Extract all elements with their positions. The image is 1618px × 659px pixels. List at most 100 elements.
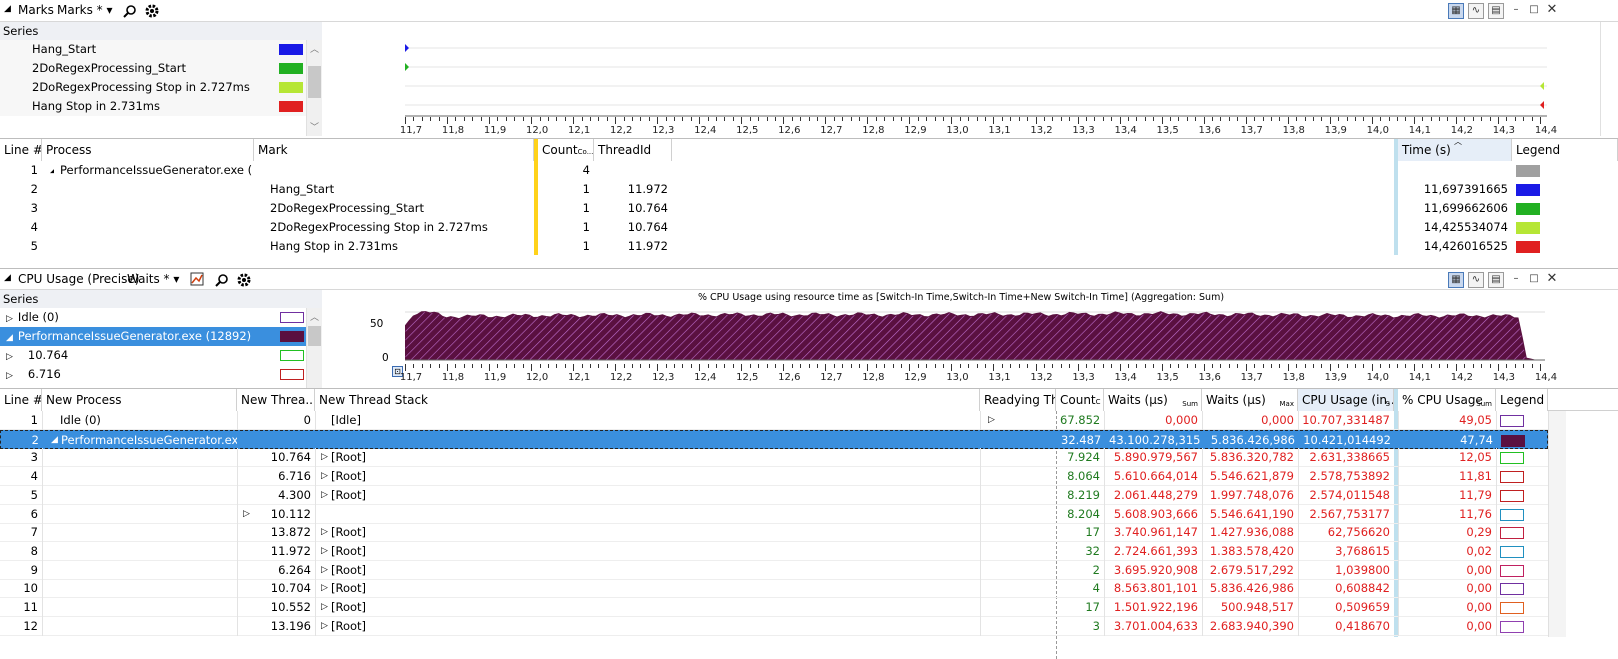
col-threadid[interactable]: ThreadId [594,139,672,161]
minimize-button[interactable]: – [1508,3,1524,19]
expand-icon[interactable]: ◢ [6,333,13,343]
series-color-swatch [280,369,304,380]
table-row[interactable]: 3 10.764 ▷ [Root] 7.924 5.890.979,567 5.836.32… [0,448,1548,468]
col-legend[interactable]: Legend [1496,389,1548,411]
col-count[interactable]: CountC [1056,389,1104,411]
scroll-up-icon[interactable]: ︿ [310,42,319,55]
table-row[interactable]: 1 Idle (0) 0 [Idle] ▷ 67.852 0,000 0,000 10.707,… [0,411,1548,430]
row-pct-cpu: 12,05 [1459,450,1492,465]
series-item[interactable]: Hang_Start [0,40,306,59]
table-row[interactable]: 3 2DoRegexProcessing_Start 1 10.764 11,69966… [0,199,1618,218]
series-item[interactable]: 2DoRegexProcessing Stop in 2.727ms [0,78,306,97]
col-waits-sum[interactable]: Waits (µs) Sum [1104,389,1202,411]
table-row[interactable]: 12 13.196 ▷ [Root] 3 3.701.004,633 2.683.940,3… [0,616,1548,636]
series-item[interactable]: ▷ 6.716 [0,365,306,384]
collapse-icon[interactable]: ◢ [4,273,11,283]
table-row[interactable]: 9 6.264 ▷ [Root] 2 3.695.920,908 2.679.517,292… [0,560,1548,580]
table-row[interactable]: 1 ◢ PerformanceIssueGenerator.exe (12... 4 [0,161,1618,180]
axis-tick [522,117,524,121]
axis-tick-label: 13,3 [1072,372,1095,383]
table-row[interactable]: 11 10.552 ▷ [Root] 17 1.501.922,196 500.948,51… [0,598,1548,617]
col-line[interactable]: Line # [0,139,42,161]
table-row[interactable]: 5 4.300 ▷ [Root] 8.219 2.061.448,279 1.997.748… [0,485,1548,505]
table-row[interactable]: 10 10.704 ▷ [Root] 4 8.563.801,101 5.836.426,9… [0,579,1548,599]
expand-icon[interactable]: ▷ [6,371,13,381]
axis-tick [1153,364,1155,368]
cpu-area-chart[interactable] [405,306,1545,366]
row-pct-cpu: 11,81 [1459,469,1492,484]
table-row[interactable]: 6 ▷ 10.112 8.204 5.608.903,666 5.546.641,190 2… [0,504,1548,524]
minimize-button[interactable]: – [1508,272,1524,288]
axis-tick [850,364,852,368]
row-cpu-usage: 2.574,011548 [1309,487,1390,502]
series-scrollbar[interactable]: ︿ ﹀ [306,40,322,136]
cpu-table-header: Line # New Process New Threa... New Thre… [0,389,1618,411]
marks-time-axis: 11,7 11,8 11,9 12,0 12,1 12,2 12,3 12,4 12,5 12,6… [400,117,1557,137]
series-scrollbar[interactable]: ︿ [306,308,322,388]
table-row[interactable]: 4 2DoRegexProcessing Stop in 2.727ms 1 10.7… [0,218,1618,237]
scroll-thumb[interactable] [308,66,321,98]
axis-tick [1506,117,1508,121]
graph-only-view-button[interactable]: ∿ [1468,272,1484,288]
close-button[interactable]: ✕ [1544,3,1560,19]
col-new-thread-stack[interactable]: New Thread Stack [315,389,980,411]
series-item[interactable]: ◢ PerformanceIssueGenerator.exe (12892) [0,327,306,346]
axis-tick-label: 13,9 [1324,125,1347,136]
expand-icon[interactable]: ▷ [6,352,13,362]
maximize-button[interactable]: □ [1526,272,1542,288]
col-mark[interactable]: Mark [254,139,534,161]
row-line: 4 [30,220,38,234]
graph-only-view-button[interactable]: ∿ [1468,3,1484,19]
row-new-thread [238,431,316,450]
col-legend[interactable]: Legend [1512,139,1618,161]
axis-tick [993,364,995,371]
graph-table-view-button[interactable]: ▦ [1448,272,1464,288]
table-row[interactable]: 2 Hang_Start 1 11.972 11,697391665 [0,180,1618,199]
axis-tick [1170,117,1172,121]
row-new-thread: 10.764 [270,450,311,465]
col-time[interactable]: Time (s) ︿ [1398,139,1512,161]
table-only-view-button[interactable]: ▤ [1488,272,1504,288]
row-cpu-usage: 0,608842 [1335,581,1390,596]
gear-icon[interactable] [144,3,160,19]
table-only-view-button[interactable]: ▤ [1488,3,1504,19]
table-row[interactable]: 7 13.872 ▷ [Root] 17 3.740.961,147 1.427.936,0… [0,523,1548,543]
scroll-up-icon[interactable]: ︿ [310,310,319,323]
col-new-thread[interactable]: New Threa... [237,389,315,411]
col-line[interactable]: Line # [0,389,42,411]
row-waits-max: 1.997.748,076 [1209,487,1294,502]
expand-icon[interactable]: ▷ [6,314,13,324]
marks-preset-dropdown[interactable]: Marks * ▾ [57,3,113,17]
table-row[interactable]: 8 11.972 ▷ [Root] 32 2.724.661,393 1.383.578,4… [0,541,1548,561]
expand-icon[interactable]: ◢ [46,161,54,180]
axis-tick [665,364,667,368]
search-icon[interactable] [215,273,229,287]
series-item[interactable]: Hang Stop in 2.731ms [0,97,306,116]
close-button[interactable]: ✕ [1544,272,1560,288]
col-cpu-usage[interactable]: CPU Usage (in... S [1298,389,1394,411]
gear-icon[interactable] [236,272,252,288]
cpu-preset-dropdown[interactable]: Waits * ▾ [127,272,179,286]
graph-table-view-button[interactable]: ▦ [1448,3,1464,19]
col-process[interactable]: Process [42,139,254,161]
col-readying-thread[interactable]: Readying Thre [980,389,1056,411]
search-icon[interactable] [123,4,137,18]
col-waits-max[interactable]: Waits (µs) Max [1202,389,1298,411]
series-item[interactable]: 2DoRegexProcessing_Start [0,59,306,78]
table-row[interactable]: 4 6.716 ▷ [Root] 8.064 5.610.664,014 5.546.621… [0,467,1548,487]
col-new-process[interactable]: New Process [42,389,237,411]
chart-icon[interactable] [190,272,204,286]
marks-chart-scrollbar[interactable] [1600,22,1618,136]
col-count[interactable]: CountCo... [538,139,594,161]
axis-tick [438,364,440,368]
col-pct-cpu[interactable]: % CPU Usage Sum [1398,389,1496,411]
series-item[interactable]: ▷ Idle (0) [0,308,306,327]
scroll-down-icon[interactable]: ﹀ [310,120,319,133]
collapse-icon[interactable]: ◢ [4,4,11,14]
series-item[interactable]: ▷ 10.764 [0,346,306,365]
maximize-button[interactable]: □ [1526,3,1542,19]
scroll-thumb[interactable] [308,326,321,346]
table-row[interactable]: 2 ◢ PerformanceIssueGenerator.exe... 32.487… [0,429,1548,450]
cpu-table-scrollbar[interactable] [1548,411,1566,637]
table-row[interactable]: 5 Hang Stop in 2.731ms 1 11.972 14,426016525 [0,237,1618,256]
